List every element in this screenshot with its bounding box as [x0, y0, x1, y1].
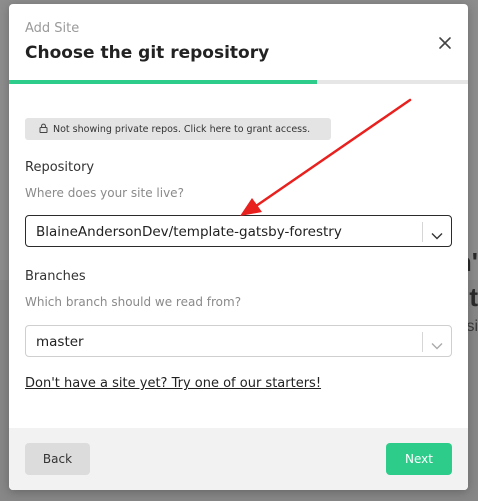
modal-footer: Back Next: [9, 428, 468, 490]
modal-title: Choose the git repository: [25, 43, 270, 63]
chevron-down-icon[interactable]: [430, 336, 444, 350]
modal-body: Not showing private repos. Click here to…: [9, 84, 468, 424]
branch-select-value: master: [36, 334, 84, 350]
repository-label: Repository: [25, 160, 95, 175]
repository-hint: Where does your site live?: [25, 186, 184, 200]
lock-icon: [39, 123, 48, 133]
branch-select[interactable]: master: [25, 325, 452, 357]
background-text-2: t: [469, 282, 478, 312]
grant-access-notice-text: Not showing private repos. Click here to…: [53, 123, 311, 135]
next-button[interactable]: Next: [386, 443, 452, 475]
close-icon[interactable]: [436, 34, 454, 52]
starters-link[interactable]: Don't have a site yet? Try one of our st…: [25, 376, 321, 391]
background-text-3: si: [466, 318, 478, 335]
back-button[interactable]: Back: [25, 443, 90, 475]
chevron-down-icon[interactable]: [430, 226, 444, 240]
branches-hint: Which branch should we read from?: [25, 295, 242, 309]
select-divider: [422, 222, 423, 242]
select-divider: [422, 332, 423, 352]
modal-header: Add Site Choose the git repository: [9, 4, 468, 84]
add-site-modal: Add Site Choose the git repository Not s…: [9, 4, 468, 490]
repository-select[interactable]: BlaineAndersonDev/template-gatsby-forest…: [25, 215, 452, 247]
grant-access-notice[interactable]: Not showing private repos. Click here to…: [25, 118, 331, 140]
branches-label: Branches: [25, 269, 86, 284]
repository-select-value: BlaineAndersonDev/template-gatsby-forest…: [36, 224, 342, 240]
modal-subtitle: Add Site: [25, 21, 80, 36]
